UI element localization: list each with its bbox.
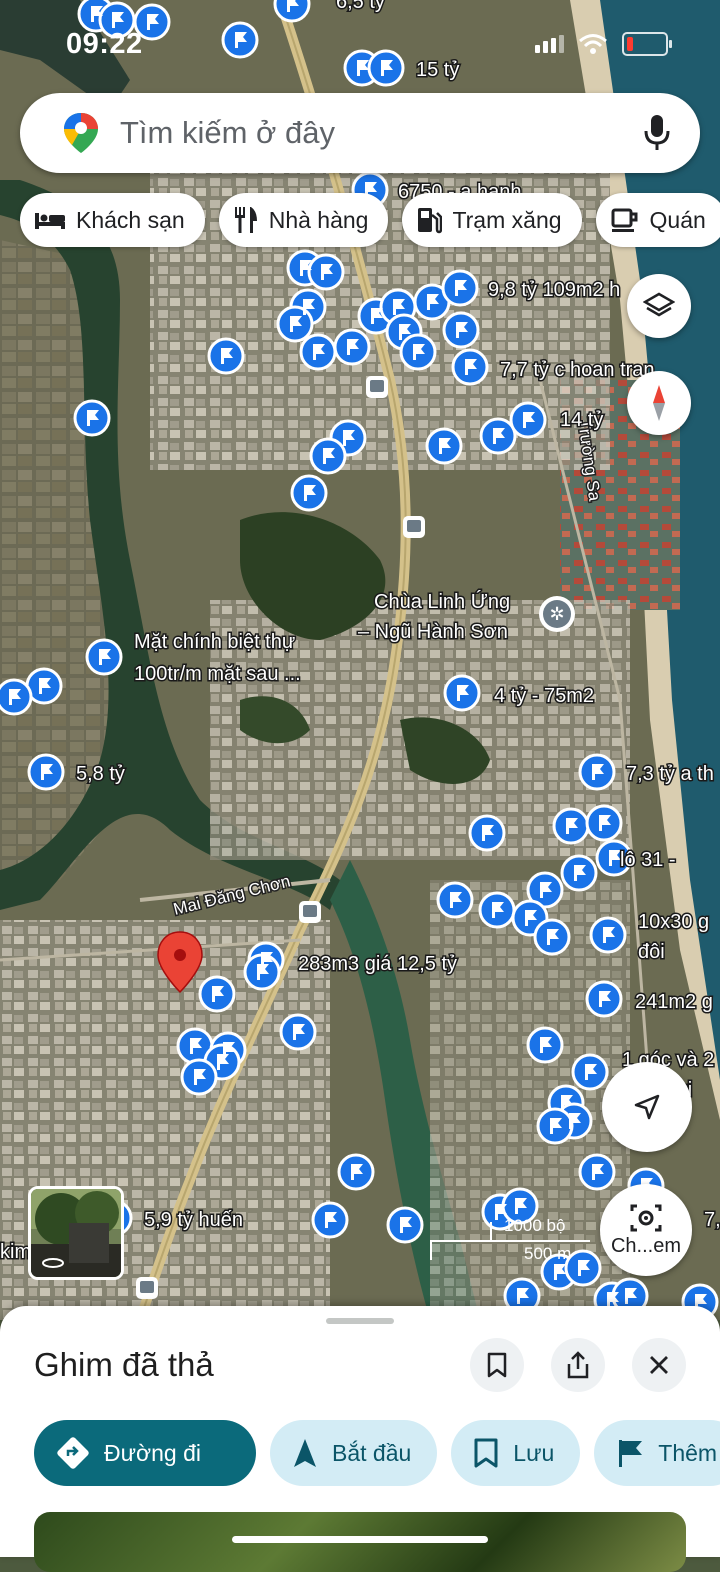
chip-gas-stations[interactable]: Trạm xăng — [402, 193, 582, 247]
svg-text:✲: ✲ — [549, 604, 564, 625]
map-label[interactable]: 7,7 tỷ c hoan tran — [499, 358, 657, 383]
navigation-arrow-icon — [634, 1094, 660, 1120]
map-label[interactable]: 14 tỷ — [559, 408, 605, 433]
coffee-icon — [610, 206, 640, 234]
map-label[interactable]: 5,8 tỷ — [75, 762, 127, 787]
map-scale: 1000 bộ 500 m — [430, 1216, 590, 1266]
map-label[interactable]: 100tr/m mặt sau ... — [133, 662, 303, 687]
scale-label-meters: 500 m — [524, 1244, 572, 1263]
map-label[interactable]: 10x30 g — [637, 910, 711, 935]
map-label[interactable]: Mặt chính biệt thự — [133, 630, 297, 655]
share-icon — [567, 1351, 589, 1379]
category-chips: Khách sạn Nhà hàng Trạm xăng Quán — [20, 193, 720, 247]
status-bar: 09:22 — [0, 20, 720, 70]
gas-station-icon — [416, 205, 443, 235]
close-button[interactable] — [632, 1338, 686, 1392]
sheet-title: Ghim đã thả — [34, 1346, 214, 1383]
chip-label: Trạm xăng — [452, 206, 562, 233]
save-label: Lưu — [513, 1439, 555, 1466]
chip-label: Quán — [649, 206, 706, 233]
map-label[interactable]: 5,9 tỷ huến — [143, 1208, 245, 1233]
my-location-button[interactable] — [602, 1062, 692, 1152]
google-maps-logo-icon — [64, 113, 98, 153]
navigation-arrow-icon — [292, 1437, 318, 1469]
street-view-thumbnail[interactable] — [28, 1186, 124, 1280]
chip-label: Khách sạn — [76, 206, 185, 233]
start-button[interactable]: Bắt đầu — [270, 1420, 438, 1486]
search-input[interactable]: Tìm kiếm ở đây — [120, 115, 335, 151]
compass-button[interactable] — [627, 371, 691, 435]
flag-icon — [616, 1437, 644, 1469]
share-button[interactable] — [551, 1338, 605, 1392]
bus-stop-icon — [366, 376, 388, 398]
status-time: 09:22 — [66, 28, 143, 60]
search-bar[interactable]: Tìm kiếm ở đây — [20, 93, 700, 173]
action-buttons: Đường đi Bắt đầu Lưu Thêm — [34, 1420, 720, 1486]
map-label[interactable]: 6,5 tỷ — [335, 0, 387, 15]
drag-handle[interactable] — [326, 1318, 394, 1324]
chip-restaurants[interactable]: Nhà hàng — [218, 193, 389, 247]
wifi-icon — [579, 34, 607, 54]
compass-icon — [653, 385, 665, 421]
map-label[interactable]: 241m2 g — [634, 990, 715, 1015]
map-label[interactable]: 7,3 tỷ a th — [625, 762, 716, 787]
bus-stop-icon — [136, 1277, 158, 1299]
place-name-line1: Chùa Linh Ứng — [374, 590, 510, 613]
map-label[interactable]: kim — [0, 1240, 33, 1265]
save-button[interactable]: Lưu — [451, 1420, 581, 1486]
layers-button[interactable] — [627, 274, 691, 338]
bookmark-icon — [473, 1437, 499, 1469]
pagoda-poi-icon: ✲ — [539, 596, 575, 632]
close-icon — [650, 1356, 668, 1374]
map-label[interactable]: lô 31 - — [619, 848, 678, 873]
start-label: Bắt đầu — [332, 1439, 412, 1466]
more-button[interactable]: Thêm — [594, 1420, 720, 1486]
more-label: Thêm — [658, 1439, 718, 1466]
restaurant-icon — [233, 205, 259, 235]
map-label[interactable]: 9,8 tỷ 109m2 h — [487, 278, 622, 303]
map-label[interactable]: 283m3 giá 12,5 tỷ — [297, 952, 459, 977]
camera-lens-icon — [630, 1204, 662, 1231]
bed-icon — [34, 209, 66, 231]
battery-icon — [622, 32, 672, 56]
save-icon-button[interactable] — [470, 1338, 524, 1392]
cellular-signal-icon — [535, 35, 564, 53]
bookmark-icon — [487, 1352, 507, 1378]
lens-label: Ch...em — [610, 1234, 682, 1257]
microphone-icon[interactable] — [642, 113, 672, 153]
directions-label: Đường đi — [104, 1439, 201, 1466]
home-indicator[interactable] — [232, 1536, 488, 1543]
layers-icon — [643, 292, 675, 317]
directions-icon — [56, 1436, 90, 1470]
bus-stop-icon — [403, 516, 425, 538]
lens-button[interactable]: Ch...em — [600, 1184, 692, 1276]
map-label[interactable]: 4 tỷ - 75m2 — [493, 684, 596, 709]
directions-button[interactable]: Đường đi — [34, 1420, 256, 1486]
place-name-line2: – Ngũ Hành Sơn — [358, 621, 508, 643]
chip-label: Nhà hàng — [268, 206, 369, 233]
bus-stop-icon — [299, 901, 321, 923]
map-label[interactable]: đôi — [637, 940, 667, 965]
chip-hotels[interactable]: Khách sạn — [20, 193, 205, 247]
place-bottom-sheet: Ghim đã thả Đường đi Bắt đầu Lưu Thêm — [0, 1306, 720, 1572]
chip-cafes[interactable]: Quán — [595, 193, 720, 247]
map-label[interactable]: 7, — [703, 1208, 720, 1233]
scale-label-feet: 1000 bộ — [504, 1216, 566, 1235]
